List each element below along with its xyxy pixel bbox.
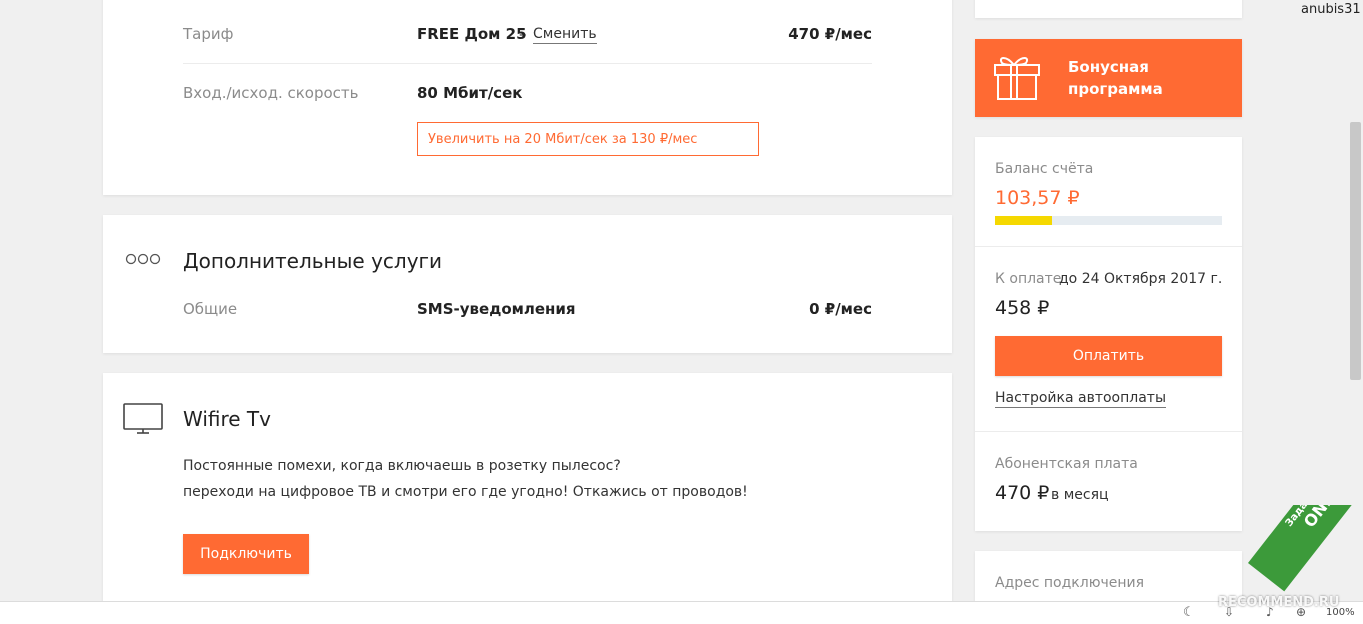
balance-value: 103,57 ₽ [995, 187, 1080, 209]
ribbon-band: Задайте вопрос ONLINE [1248, 505, 1363, 592]
username[interactable]: anubis31 [1301, 2, 1361, 17]
divider [183, 63, 872, 64]
tv-card: Wifire Tv Постоянные помехи, когда включ… [103, 373, 952, 613]
account-summary-card: Баланс счёта 103,57 ₽ К оплате до 24 Окт… [975, 137, 1242, 531]
subscription-fee-amount: 470 ₽ [995, 482, 1050, 504]
gift-icon [992, 51, 1042, 105]
tariff-label: Тариф [183, 25, 234, 43]
tv-icon [123, 403, 163, 439]
tariff-card: Тариф FREE Дом 25 – Сменить 470 ₽/мес Вх… [103, 0, 952, 195]
moon-icon[interactable]: ☾ [1183, 605, 1195, 620]
speed-value: 80 Мбит/сек [417, 84, 523, 102]
connect-tv-button[interactable]: Подключить [183, 534, 309, 574]
speed-label: Вход./исход. скорость [183, 84, 359, 102]
bonus-program-banner[interactable]: Бонусная программа [975, 39, 1242, 117]
subscription-fee-label: Абонентская плата [995, 456, 1138, 472]
balance-progress-bar [995, 216, 1222, 225]
browser-status-bar: ☾ ⇩ ♪ ⊕ 100% [0, 601, 1363, 624]
tv-description-line-2: переходи на цифровое ТВ и смотри его где… [183, 484, 748, 500]
extras-category-label: Общие [183, 300, 238, 318]
sidebar-top-card [975, 0, 1242, 18]
pay-button-label: Оплатить [1072, 348, 1145, 364]
dots-icon [125, 251, 161, 265]
tariff-name: FREE Дом 25 [417, 25, 527, 43]
sms-service-name: SMS-уведомления [417, 300, 576, 318]
change-tariff-link[interactable]: Сменить [533, 26, 597, 44]
autopay-settings-link[interactable]: Настройка автооплаты [995, 390, 1167, 408]
upgrade-speed-button[interactable]: Увеличить на 20 Мбит/сек за 130 ₽/мес [417, 122, 759, 156]
tv-description-line-1: Постоянные помехи, когда включаешь в роз… [183, 458, 621, 474]
connect-tv-label: Подключить [200, 546, 292, 562]
tariff-dash: – [519, 25, 527, 43]
tv-title: Wifire Tv [183, 407, 271, 431]
bonus-line-2: программа [1068, 80, 1163, 98]
upgrade-speed-label: Увеличить на 20 Мбит/сек за 130 ₽/мес [428, 131, 698, 147]
extras-title: Дополнительные услуги [183, 249, 443, 273]
ask-question-ribbon[interactable]: Задайте вопрос ONLINE [1238, 505, 1363, 624]
divider [975, 246, 1242, 247]
subscription-fee-period: в месяц [1051, 487, 1109, 503]
balance-label: Баланс счёта [995, 161, 1094, 177]
payment-due-date: до 24 Октября 2017 г. [1059, 271, 1223, 287]
divider [975, 431, 1242, 432]
extras-card: Дополнительные услуги Общие SMS-уведомле… [103, 215, 952, 353]
balance-progress-fill [995, 216, 1052, 225]
scrollbar[interactable] [1350, 122, 1361, 380]
connection-address-label: Адрес подключения [995, 575, 1145, 591]
payment-amount: 458 ₽ [995, 297, 1050, 319]
pay-button[interactable]: Оплатить [995, 336, 1222, 376]
payment-due-label: К оплате [995, 271, 1062, 287]
sms-service-price: 0 ₽/мес [809, 300, 872, 318]
bonus-line-1: Бонусная [1068, 58, 1149, 76]
tariff-price: 470 ₽/мес [788, 25, 872, 43]
